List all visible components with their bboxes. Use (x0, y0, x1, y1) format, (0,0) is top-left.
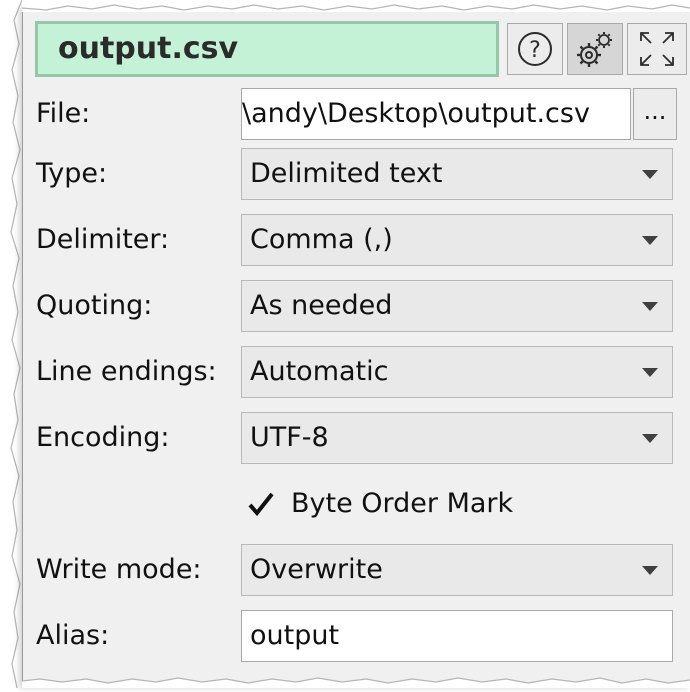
quoting-label: Quoting: (36, 290, 153, 321)
alias-row: Alias: output (23, 606, 690, 666)
type-row: Type: Delimited text (23, 144, 690, 204)
bom-label: Byte Order Mark (291, 488, 514, 519)
line-endings-value: Automatic (250, 356, 389, 387)
delimiter-row: Delimiter: Comma (,) (23, 210, 690, 270)
panel-title[interactable]: output.csv (35, 21, 499, 77)
chevron-down-icon (642, 368, 658, 377)
line-endings-select[interactable]: Automatic (241, 346, 673, 398)
output-panel: output.csv ? File: \andy\Desktop\output.… (22, 8, 690, 688)
type-select[interactable]: Delimited text (241, 148, 673, 200)
encoding-row: Encoding: UTF-8 (23, 408, 690, 468)
encoding-select[interactable]: UTF-8 (241, 412, 673, 464)
settings-button[interactable] (567, 23, 623, 75)
quoting-value: As needed (250, 290, 393, 321)
gears-icon (577, 32, 612, 67)
help-button[interactable]: ? (507, 23, 563, 75)
type-label: Type: (36, 158, 108, 189)
torn-edge-bottom (22, 676, 690, 688)
alias-input[interactable]: output (241, 610, 673, 662)
encoding-value: UTF-8 (250, 422, 329, 453)
chevron-down-icon (642, 434, 658, 443)
line-endings-label: Line endings: (36, 356, 217, 387)
torn-edge-top (22, 0, 690, 12)
quoting-row: Quoting: As needed (23, 276, 690, 336)
delimiter-select[interactable]: Comma (,) (241, 214, 673, 266)
chevron-down-icon (642, 566, 658, 575)
delimiter-value: Comma (,) (250, 224, 393, 255)
help-circle-icon: ? (518, 32, 552, 66)
expand-arrows-icon (640, 32, 674, 66)
alias-label: Alias: (36, 620, 110, 651)
quoting-select[interactable]: As needed (241, 280, 673, 332)
write-mode-select[interactable]: Overwrite (241, 544, 673, 596)
file-label: File: (36, 98, 91, 129)
line-endings-row: Line endings: Automatic (23, 342, 690, 402)
panel-header: output.csv ? (35, 21, 690, 83)
file-path-field[interactable]: \andy\Desktop\output.csv (241, 88, 631, 140)
checkmark-icon (247, 490, 275, 522)
maximize-button[interactable] (627, 23, 687, 75)
write-mode-label: Write mode: (36, 554, 202, 585)
chevron-down-icon (642, 236, 658, 245)
alias-value: output (250, 620, 340, 651)
chevron-down-icon (642, 170, 658, 179)
delimiter-label: Delimiter: (36, 224, 170, 255)
torn-edge-left (0, 0, 23, 689)
file-path-value: \andy\Desktop\output.csv (242, 98, 590, 129)
file-row: File: \andy\Desktop\output.csv ... (23, 84, 690, 144)
browse-button[interactable]: ... (633, 88, 677, 140)
write-mode-value: Overwrite (250, 554, 383, 585)
write-mode-row: Write mode: Overwrite (23, 540, 690, 600)
encoding-label: Encoding: (36, 422, 170, 453)
chevron-down-icon (642, 302, 658, 311)
type-value: Delimited text (250, 158, 443, 189)
svg-text:?: ? (529, 38, 541, 63)
